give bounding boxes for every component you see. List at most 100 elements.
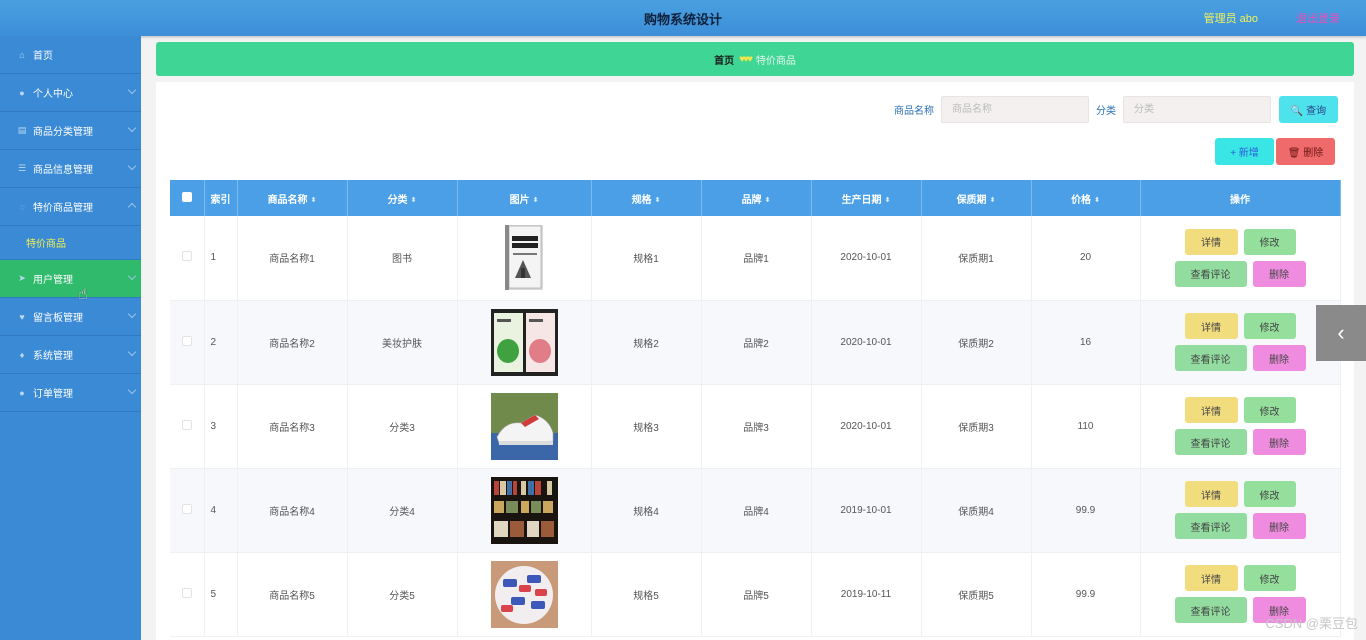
delete-button[interactable]: 删除 xyxy=(1252,260,1306,287)
sidebar-item-orders[interactable]: ● 订单管理 xyxy=(0,374,141,412)
sidebar: ⌂ 首页 ● 个人中心 ▤ 商品分类管理 ☰ 商品信息管理 ◌ 特价商品管理 特… xyxy=(0,36,141,640)
detail-button[interactable]: 详情 xyxy=(1184,313,1238,339)
row-checkbox[interactable] xyxy=(181,587,192,598)
edit-button[interactable]: 修改 xyxy=(1243,313,1296,339)
production-date-cell: 2020-10-01 xyxy=(811,300,922,385)
sidebar-item-category-mgmt[interactable]: ▤ 商品分类管理 xyxy=(0,112,141,150)
sidebar-item-message-board[interactable]: ♥ 留言板管理 xyxy=(0,298,141,336)
chevron-left-icon[interactable]: ‹ xyxy=(1316,305,1366,361)
logout-link[interactable]: 退出登录 xyxy=(1296,10,1340,26)
edit-button[interactable]: 修改 xyxy=(1243,397,1296,423)
sort-icon[interactable]: ⬍ xyxy=(411,196,417,204)
sidebar-item-home[interactable]: ⌂ 首页 xyxy=(0,36,141,74)
product-name-cell: 商品名称1 xyxy=(237,216,348,301)
category-input[interactable] xyxy=(1123,96,1271,123)
row-index: 5 xyxy=(204,552,238,637)
sidebar-item-user-mgmt[interactable]: ➤ 用户管理 xyxy=(0,260,141,298)
price-cell: 16 xyxy=(1031,300,1141,385)
shelf-life-cell: 保质期1 xyxy=(921,216,1032,301)
edit-button[interactable]: 修改 xyxy=(1243,481,1296,507)
sort-icon[interactable]: ⬍ xyxy=(1094,196,1100,204)
column-header-actions: 操作 xyxy=(1140,180,1341,216)
row-checkbox[interactable] xyxy=(181,335,192,346)
table-row: 4 商品名称4 分类4 规格4 品牌4 2019-10-01 保质期4 99.9… xyxy=(170,468,1341,553)
sort-icon[interactable]: ⬍ xyxy=(885,196,891,204)
column-header: 索引 xyxy=(204,180,238,216)
chevron-down-icon xyxy=(127,347,137,357)
product-name-input[interactable] xyxy=(941,96,1089,123)
select-all-cell[interactable] xyxy=(170,180,205,216)
sidebar-subitem-special-products[interactable]: 特价商品 xyxy=(0,226,141,260)
select-all-checkbox[interactable] xyxy=(181,191,192,202)
edit-button[interactable]: 修改 xyxy=(1243,228,1296,255)
shelf-life-cell: 保质期5 xyxy=(921,552,1032,637)
row-actions: 详情 修改 查看评论 删除 xyxy=(1141,228,1340,287)
column-header-price[interactable]: 价格 ⬍ xyxy=(1031,180,1141,216)
sort-icon[interactable]: ⬍ xyxy=(311,196,317,204)
row-index: 4 xyxy=(204,468,238,553)
app-title: 购物系统设计 xyxy=(643,12,722,27)
brand-cell: 品牌4 xyxy=(701,468,812,553)
admin-user-label: 管理员 abo xyxy=(1203,13,1258,25)
column-header-name[interactable]: 商品名称 ⬍ xyxy=(237,180,348,216)
view-reviews-button[interactable]: 查看评论 xyxy=(1174,260,1247,287)
view-reviews-button[interactable]: 查看评论 xyxy=(1174,429,1247,455)
row-checkbox[interactable] xyxy=(181,419,192,430)
list-icon: ☰ xyxy=(17,163,27,173)
brand-cell: 品牌2 xyxy=(701,300,812,385)
delete-button[interactable]: 删除 xyxy=(1252,513,1306,539)
view-reviews-button[interactable]: 查看评论 xyxy=(1174,597,1247,623)
shelf-life-cell: 保质期2 xyxy=(921,300,1032,385)
sidebar-item-label: 首页 xyxy=(33,51,53,62)
sidebar-item-label: 留言板管理 xyxy=(33,313,83,324)
detail-button[interactable]: 详情 xyxy=(1184,481,1238,507)
sidebar-item-system[interactable]: ♦ 系统管理 xyxy=(0,336,141,374)
row-checkbox[interactable] xyxy=(181,251,192,262)
detail-button[interactable]: 详情 xyxy=(1184,397,1238,423)
breadcrumb-home[interactable]: 首页 xyxy=(714,52,734,67)
product-image-sneakers xyxy=(490,392,558,460)
category-cell: 美妆护肤 xyxy=(347,300,458,385)
content-panel: 商品名称 分类 🔍 查询 + 新增 🗑 删除 索引 商品名称⬍ 分类⬍ 图片⬍ xyxy=(156,82,1354,640)
breadcrumb-current: 特价商品 xyxy=(755,55,796,67)
chevron-down-icon xyxy=(127,385,137,395)
sidebar-item-product-mgmt[interactable]: ☰ 商品信息管理 xyxy=(0,150,141,188)
sort-icon[interactable]: ⬍ xyxy=(765,196,771,204)
add-button[interactable]: + 新增 xyxy=(1215,138,1274,165)
product-image-bookshelf xyxy=(490,476,558,544)
sort-icon[interactable]: ⬍ xyxy=(533,196,539,204)
column-header-date[interactable]: 生产日期 ⬍ xyxy=(811,180,922,216)
edit-button[interactable]: 修改 xyxy=(1243,565,1296,591)
delete-button[interactable]: 删除 xyxy=(1252,345,1306,371)
top-bar: 购物系统设计 管理员 abo 退出登录 xyxy=(0,0,1366,36)
column-header-label: 规格 xyxy=(631,194,652,206)
view-reviews-button[interactable]: 查看评论 xyxy=(1174,513,1247,539)
delete-button[interactable]: 删除 xyxy=(1252,429,1306,455)
batch-delete-button[interactable]: 🗑 删除 xyxy=(1276,138,1335,165)
column-header-image[interactable]: 图片 ⬍ xyxy=(457,180,592,216)
product-name-cell: 商品名称3 xyxy=(237,384,348,469)
action-buttons: + 新增 🗑 删除 xyxy=(1215,138,1335,165)
sidebar-item-profile[interactable]: ● 个人中心 xyxy=(0,74,141,112)
location-icon: ● xyxy=(19,387,25,398)
column-header-brand[interactable]: 品牌 ⬍ xyxy=(701,180,812,216)
detail-button[interactable]: 详情 xyxy=(1184,228,1238,255)
query-button[interactable]: 🔍 查询 xyxy=(1279,96,1338,123)
column-header-label: 价格 xyxy=(1071,194,1092,206)
spec-cell: 规格1 xyxy=(591,216,702,301)
view-reviews-button[interactable]: 查看评论 xyxy=(1174,345,1247,371)
price-cell: 20 xyxy=(1031,216,1141,301)
chevron-down-icon xyxy=(127,85,137,95)
column-header-spec[interactable]: 规格 ⬍ xyxy=(591,180,702,216)
sort-icon[interactable]: ⬍ xyxy=(990,196,996,204)
production-date-cell: 2020-10-01 xyxy=(811,216,922,301)
category-label: 分类 xyxy=(1096,106,1116,117)
column-header-shelf-life[interactable]: 保质期 ⬍ xyxy=(921,180,1032,216)
product-name-cell: 商品名称4 xyxy=(237,468,348,553)
sort-icon[interactable]: ⬍ xyxy=(655,196,661,204)
column-header-category[interactable]: 分类 ⬍ xyxy=(347,180,458,216)
detail-button[interactable]: 详情 xyxy=(1184,565,1238,591)
sidebar-item-special-mgmt[interactable]: ◌ 特价商品管理 xyxy=(0,188,141,226)
row-checkbox[interactable] xyxy=(181,503,192,514)
price-cell: 99.9 xyxy=(1031,468,1141,553)
